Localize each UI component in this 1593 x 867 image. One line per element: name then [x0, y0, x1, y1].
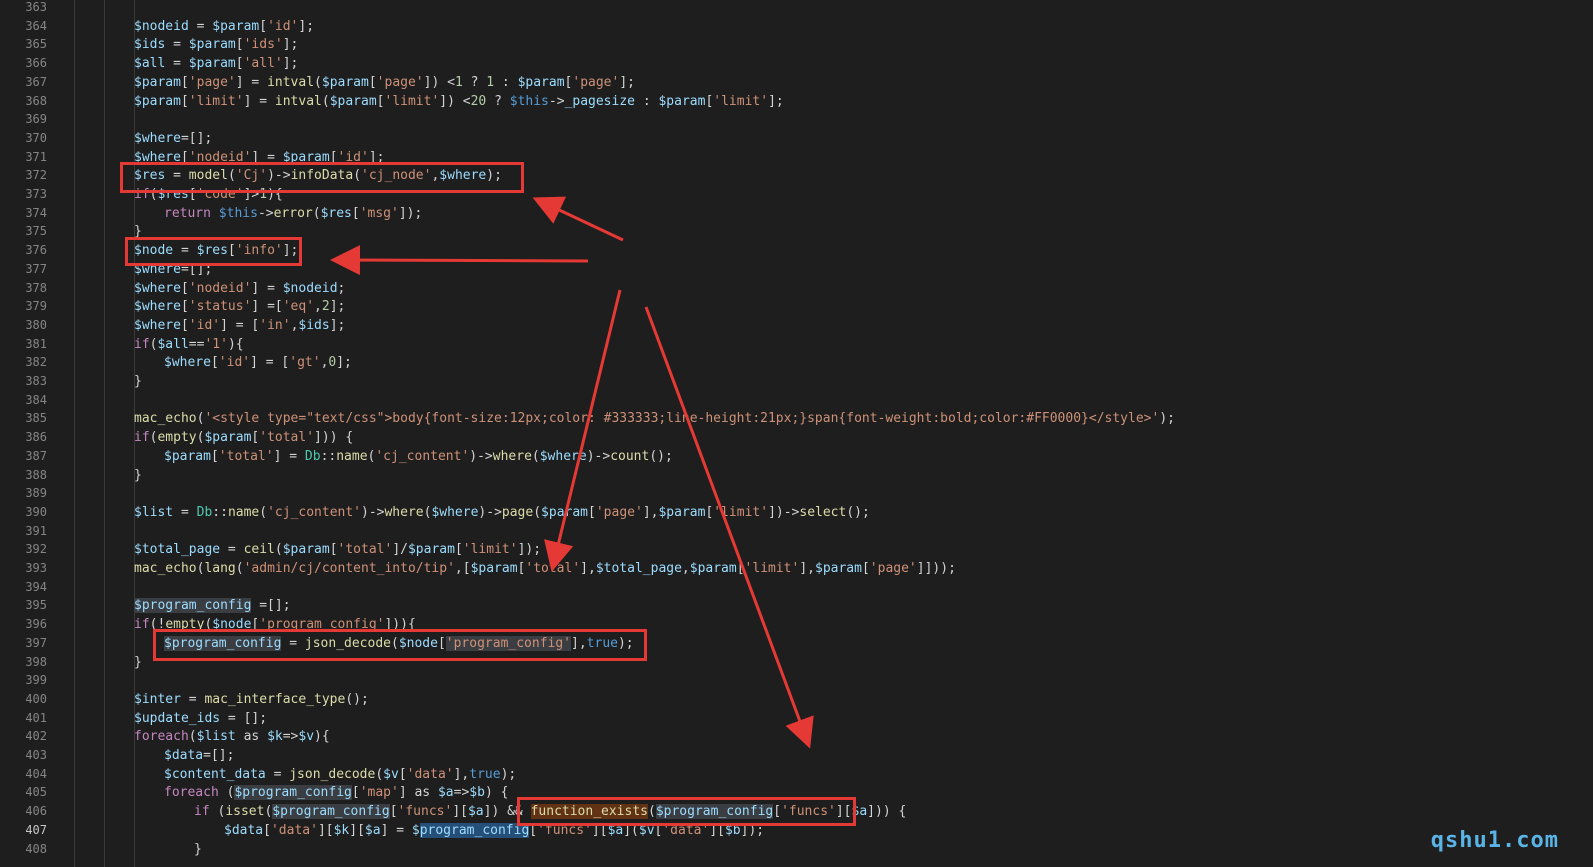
arrow-to-node-info [330, 245, 589, 276]
watermark: qshu1.com [1430, 828, 1559, 853]
arrow-to-total-param [544, 289, 622, 572]
arrow-to-model-call [532, 196, 624, 242]
annotation-arrows [330, 196, 814, 749]
arrow-to-function-exists [644, 306, 814, 749]
